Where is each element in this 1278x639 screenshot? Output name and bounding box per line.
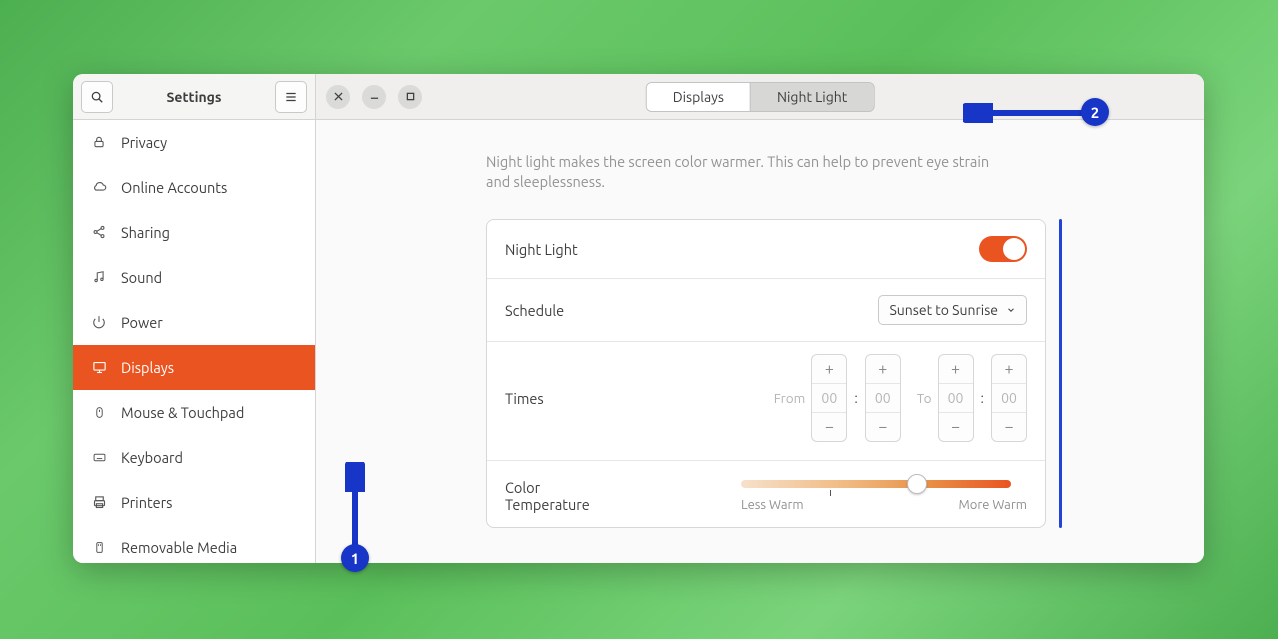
media-icon [91,540,107,555]
close-button[interactable] [326,85,350,109]
titlebar-left: Settings [73,74,316,119]
row-color-temperature: Color Temperature Less Warm [487,460,1045,527]
from-hour-stepper[interactable]: + 00 − [811,354,847,442]
keyboard-icon [91,451,107,464]
sidebar-item-label: Privacy [121,134,167,151]
toggle-knob [1003,238,1025,260]
hamburger-icon [284,90,298,104]
from-minute-minus-button[interactable]: − [866,413,900,441]
cloud-icon [91,180,107,195]
sidebar-item-label: Power [121,314,163,331]
minimize-button[interactable] [362,85,386,109]
from-hour-value: 00 [812,383,846,413]
to-minute-stepper[interactable]: + 00 − [991,354,1027,442]
music-icon [91,270,107,284]
sidebar-item-online-accounts[interactable]: Online Accounts [73,165,315,210]
to-minute-value: 00 [992,383,1026,413]
power-icon [91,315,107,329]
sidebar-item-sound[interactable]: Sound [73,255,315,300]
lock-icon [91,135,107,149]
to-hour-value: 00 [939,383,973,413]
accent-bar [1059,219,1062,528]
row-times: Times From + 00 − : [487,341,1045,460]
sidebar-item-keyboard[interactable]: Keyboard [73,435,315,480]
maximize-icon [406,92,415,101]
sidebar-item-label: Removable Media [121,539,237,556]
content-area: Night light makes the screen color warme… [316,120,1204,563]
window-controls [326,85,422,109]
annotation-badge-2: 2 [1081,98,1109,126]
schedule-value: Sunset to Sunrise [889,302,998,318]
night-light-toggle[interactable] [979,236,1027,262]
sidebar-item-label: Mouse & Touchpad [121,404,244,421]
sidebar[interactable]: Privacy Online Accounts Sharing Sound Po… [73,120,316,563]
desktop-background: Settings Displ [0,0,1278,639]
row-night-light-toggle: Night Light [487,220,1045,278]
sidebar-item-label: Online Accounts [121,179,227,196]
to-hour-stepper[interactable]: + 00 − [938,354,974,442]
minimize-icon [370,92,379,101]
sidebar-item-label: Printers [121,494,172,511]
night-light-panel: Night Light Schedule Sunset to [486,219,1046,528]
from-label: From [774,390,806,406]
sidebar-item-removable-media[interactable]: Removable Media [73,525,315,563]
annotation-arrow-2 [963,103,1093,123]
from-minute-plus-button[interactable]: + [866,355,900,383]
search-button[interactable] [81,81,113,113]
sidebar-item-label: Sound [121,269,162,286]
display-icon [91,360,107,375]
from-hour-minus-button[interactable]: − [812,413,846,441]
from-hour-plus-button[interactable]: + [812,355,846,383]
tab-switcher: Displays Night Light [646,82,875,112]
hamburger-button[interactable] [275,81,307,113]
row-schedule: Schedule Sunset to Sunrise [487,278,1045,341]
printer-icon [91,495,107,510]
schedule-dropdown[interactable]: Sunset to Sunrise [878,295,1027,325]
close-icon [334,92,343,101]
annotation-badge-1: 1 [341,544,369,572]
to-hour-minus-button[interactable]: − [939,413,973,441]
sidebar-item-label: Displays [121,359,174,376]
colon: : [980,390,985,406]
slider-thumb[interactable] [907,474,927,494]
sidebar-item-label: Sharing [121,224,170,241]
to-label: To [917,390,932,406]
sidebar-item-power[interactable]: Power [73,300,315,345]
times-label: Times [505,390,544,407]
annotation-arrow-1 [345,462,365,556]
sidebar-item-printers[interactable]: Printers [73,480,315,525]
schedule-label: Schedule [505,302,564,319]
chevron-down-icon [1006,305,1016,315]
search-icon [90,90,104,104]
mouse-icon [91,405,107,420]
slider-tick [830,490,831,496]
sidebar-item-displays[interactable]: Displays [73,345,315,390]
settings-window: Settings Displ [73,74,1204,563]
sidebar-item-label: Keyboard [121,449,183,466]
to-minute-minus-button[interactable]: − [992,413,1026,441]
sidebar-item-mouse-touchpad[interactable]: Mouse & Touchpad [73,390,315,435]
sidebar-item-privacy[interactable]: Privacy [73,120,315,165]
tab-night-light[interactable]: Night Light [750,83,873,111]
share-icon [91,225,107,239]
from-minute-value: 00 [866,383,900,413]
color-temp-slider[interactable] [741,480,1011,488]
sidebar-item-sharing[interactable]: Sharing [73,210,315,255]
color-temp-label: Color Temperature [505,479,591,513]
tab-displays[interactable]: Displays [647,83,750,111]
night-light-label: Night Light [505,241,578,258]
maximize-button[interactable] [398,85,422,109]
window-title: Settings [119,89,269,105]
window-body: Privacy Online Accounts Sharing Sound Po… [73,120,1204,563]
less-warm-label: Less Warm [741,498,804,512]
to-minute-plus-button[interactable]: + [992,355,1026,383]
colon: : [853,390,858,406]
more-warm-label: More Warm [958,498,1027,512]
to-hour-plus-button[interactable]: + [939,355,973,383]
from-minute-stepper[interactable]: + 00 − [865,354,901,442]
night-light-description: Night light makes the screen color warme… [486,152,1006,191]
